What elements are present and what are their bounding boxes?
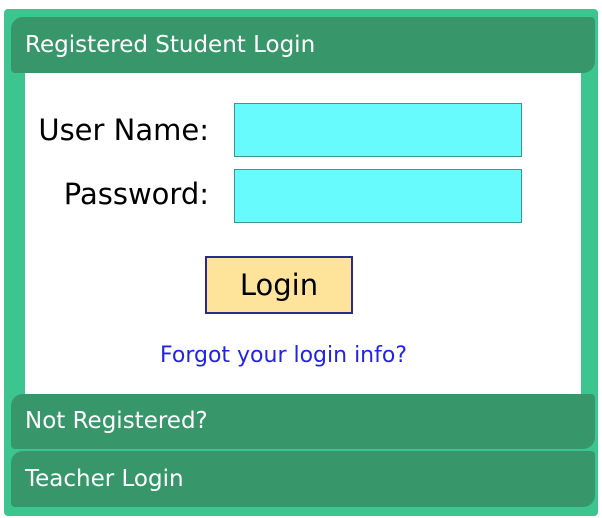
forgot-login-info-link[interactable]: Forgot your login info? xyxy=(25,343,542,368)
not-registered-header[interactable]: Not Registered? xyxy=(11,394,595,449)
registered-student-login-title: Registered Student Login xyxy=(25,31,316,58)
teacher-login-title: Teacher Login xyxy=(25,465,184,492)
password-input[interactable] xyxy=(234,169,522,223)
teacher-login-header[interactable]: Teacher Login xyxy=(11,451,595,507)
student-login-form: User Name: Password: Login Forgot your l… xyxy=(25,73,581,394)
username-input[interactable] xyxy=(234,103,522,157)
password-label: Password: xyxy=(63,177,209,211)
login-button[interactable]: Login xyxy=(205,256,353,314)
registered-student-login-header[interactable]: Registered Student Login xyxy=(11,17,595,73)
username-label: User Name: xyxy=(38,113,209,147)
not-registered-title: Not Registered? xyxy=(25,408,208,434)
